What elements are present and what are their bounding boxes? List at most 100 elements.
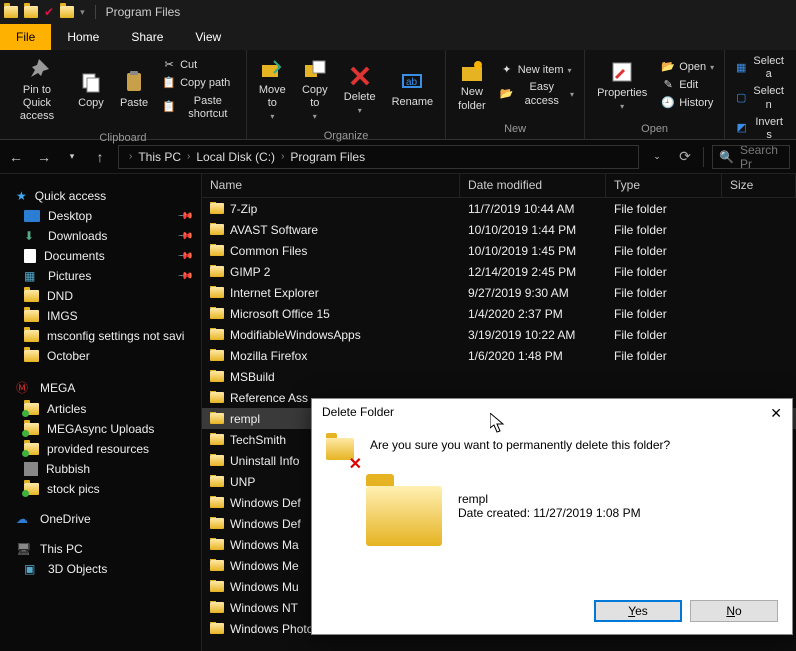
- folder-icon: [24, 310, 39, 322]
- edit-icon: ✎: [661, 79, 675, 93]
- invert-selection-button[interactable]: ◩Invert s: [733, 115, 788, 143]
- pin-icon: 📌: [176, 268, 193, 285]
- table-row[interactable]: Mozilla Firefox1/6/2020 1:48 PMFile fold…: [202, 345, 796, 366]
- pin-to-quick-access-button[interactable]: Pin to Quick access: [8, 54, 66, 126]
- breadcrumb[interactable]: › This PC › Local Disk (C:) › Program Fi…: [118, 145, 639, 169]
- search-input[interactable]: 🔍 Search Pr: [712, 145, 790, 169]
- file-type: File folder: [606, 286, 722, 300]
- file-type: File folder: [606, 202, 722, 216]
- back-button[interactable]: ←: [6, 147, 26, 167]
- history-button[interactable]: 🕘History: [659, 96, 716, 112]
- move-to-button[interactable]: Move to▾: [255, 54, 290, 124]
- delete-button[interactable]: Delete▾: [340, 61, 380, 118]
- properties-button[interactable]: Properties▾: [593, 57, 651, 114]
- sidebar-quick-access[interactable]: ★Quick access: [0, 186, 201, 206]
- sidebar-item-downloads[interactable]: ⬇Downloads📌: [0, 226, 201, 246]
- folder-icon: [210, 455, 224, 466]
- file-date: 12/14/2019 2:45 PM: [460, 265, 606, 279]
- copy-button[interactable]: Copy: [74, 67, 108, 112]
- check-icon: ✔: [44, 5, 54, 19]
- sidebar-item-msconfig[interactable]: msconfig settings not savi: [0, 326, 201, 346]
- column-size[interactable]: Size: [722, 174, 796, 197]
- copy-to-button[interactable]: Copy to▾: [298, 54, 332, 124]
- desktop-icon: [24, 210, 40, 222]
- tab-view[interactable]: View: [179, 24, 237, 50]
- tab-share[interactable]: Share: [115, 24, 179, 50]
- file-date: 9/27/2019 9:30 AM: [460, 286, 606, 300]
- column-headers[interactable]: Name Date modified Type Size: [202, 174, 796, 198]
- column-name[interactable]: Name: [202, 174, 460, 197]
- file-name: Windows Def: [230, 517, 301, 531]
- edit-button[interactable]: ✎Edit: [659, 78, 716, 94]
- file-name: MSBuild: [230, 370, 275, 384]
- folder-icon: [24, 423, 39, 435]
- easy-access-button[interactable]: 📂Easy access ▾: [498, 80, 576, 108]
- breadcrumb-item[interactable]: This PC: [134, 150, 185, 164]
- group-label-open: Open: [585, 121, 724, 139]
- file-name: AVAST Software: [230, 223, 318, 237]
- chevron-down-icon[interactable]: ▾: [80, 7, 85, 18]
- up-button[interactable]: ↑: [90, 147, 110, 167]
- file-type: File folder: [606, 223, 722, 237]
- sidebar-item-imgs[interactable]: IMGS: [0, 306, 201, 326]
- no-button[interactable]: No: [690, 600, 778, 622]
- address-dropdown[interactable]: ⌄: [647, 147, 667, 167]
- pin-icon: 📌: [176, 248, 193, 265]
- open-button[interactable]: 📂Open ▾: [659, 60, 716, 76]
- recent-button[interactable]: ▾: [62, 147, 82, 167]
- file-name: Windows Me: [230, 559, 299, 573]
- folder-icon: [24, 443, 39, 455]
- column-date[interactable]: Date modified: [460, 174, 606, 197]
- sidebar-mega[interactable]: ⓂMEGA: [0, 376, 201, 399]
- breadcrumb-item[interactable]: Local Disk (C:): [192, 150, 279, 164]
- sidebar-thispc[interactable]: 🖥This PC: [0, 539, 201, 559]
- forward-button[interactable]: →: [34, 147, 54, 167]
- paste-shortcut-button[interactable]: 📋Paste shortcut: [160, 94, 238, 122]
- sidebar-item-pictures[interactable]: ▦Pictures📌: [0, 266, 201, 286]
- table-row[interactable]: Internet Explorer9/27/2019 9:30 AMFile f…: [202, 282, 796, 303]
- new-item-button[interactable]: ✦New item ▾: [498, 62, 576, 78]
- table-row[interactable]: ModifiableWindowsApps3/19/2019 10:22 AMF…: [202, 324, 796, 345]
- file-date: 3/19/2019 10:22 AM: [460, 328, 606, 342]
- history-icon: 🕘: [661, 97, 675, 111]
- close-button[interactable]: ✕: [770, 405, 782, 422]
- sidebar-item-megasync[interactable]: MEGAsync Uploads: [0, 419, 201, 439]
- file-name: 7-Zip: [230, 202, 257, 216]
- folder-icon: [210, 350, 224, 361]
- tab-home[interactable]: Home: [51, 24, 115, 50]
- delete-folder-dialog: Delete Folder ✕ ✕ Are you sure you want …: [311, 398, 793, 635]
- yes-button[interactable]: Yes: [594, 600, 682, 622]
- table-row[interactable]: MSBuild: [202, 366, 796, 387]
- sidebar-item-stock[interactable]: stock pics: [0, 479, 201, 499]
- sidebar-item-rubbish[interactable]: Rubbish: [0, 459, 201, 479]
- sidebar-item-desktop[interactable]: Desktop📌: [0, 206, 201, 226]
- sidebar-item-documents[interactable]: Documents📌: [0, 246, 201, 266]
- file-name: Uninstall Info: [230, 454, 299, 468]
- column-type[interactable]: Type: [606, 174, 722, 197]
- sidebar-item-provided[interactable]: provided resources: [0, 439, 201, 459]
- sidebar-onedrive[interactable]: ☁OneDrive: [0, 509, 201, 529]
- sidebar-item-3dobjects[interactable]: ▣3D Objects: [0, 559, 201, 579]
- paste-button[interactable]: Paste: [116, 67, 152, 112]
- table-row[interactable]: Common Files10/10/2019 1:45 PMFile folde…: [202, 240, 796, 261]
- select-all-button[interactable]: ▦Select a: [733, 54, 788, 82]
- table-row[interactable]: Microsoft Office 151/4/2020 2:37 PMFile …: [202, 303, 796, 324]
- cut-button[interactable]: ✂Cut: [160, 58, 238, 74]
- sidebar-item-articles[interactable]: Articles: [0, 399, 201, 419]
- rename-button[interactable]: ab Rename: [388, 66, 438, 111]
- sidebar-item-october[interactable]: October: [0, 346, 201, 366]
- mega-icon: Ⓜ: [16, 379, 32, 396]
- file-name: Reference Ass: [230, 391, 308, 405]
- tab-file[interactable]: File: [0, 24, 51, 50]
- breadcrumb-item[interactable]: Program Files: [286, 150, 369, 164]
- copy-path-button[interactable]: 📋Copy path: [160, 76, 238, 92]
- table-row[interactable]: AVAST Software10/10/2019 1:44 PMFile fol…: [202, 219, 796, 240]
- refresh-button[interactable]: ⟳: [675, 147, 695, 167]
- table-row[interactable]: 7-Zip11/7/2019 10:44 AMFile folder: [202, 198, 796, 219]
- address-bar: ← → ▾ ↑ › This PC › Local Disk (C:) › Pr…: [0, 140, 796, 174]
- sidebar-item-dnd[interactable]: DND: [0, 286, 201, 306]
- properties-icon: [609, 59, 635, 85]
- select-none-button[interactable]: ▢Select n: [733, 84, 788, 112]
- table-row[interactable]: GIMP 212/14/2019 2:45 PMFile folder: [202, 261, 796, 282]
- new-folder-button[interactable]: New folder: [454, 56, 490, 114]
